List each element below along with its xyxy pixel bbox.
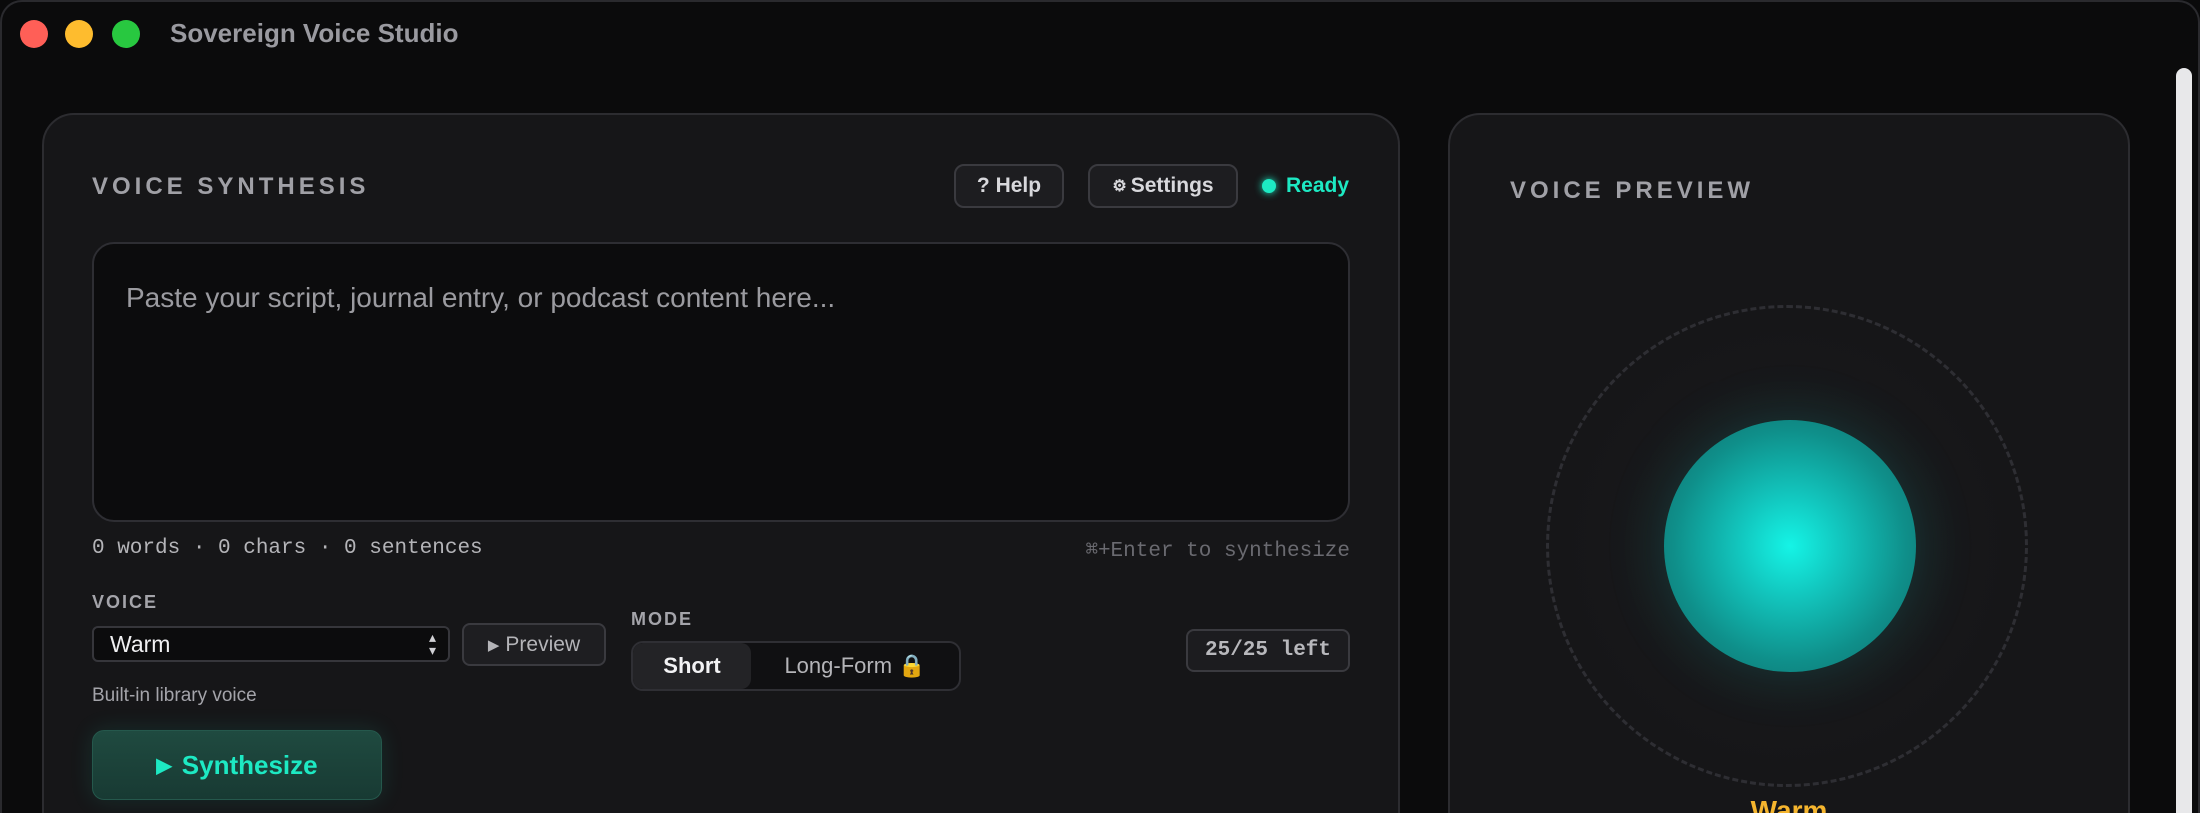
- synthesize-button[interactable]: ▶ Synthesize: [92, 730, 382, 800]
- settings-button[interactable]: ⚙ Settings: [1088, 164, 1238, 208]
- help-button[interactable]: ? Help: [954, 164, 1064, 208]
- app-window: Sovereign Voice Studio VOICE SYNTHESIS ?…: [0, 0, 2200, 813]
- settings-button-label: Settings: [1130, 174, 1214, 197]
- window-title: Sovereign Voice Studio: [170, 18, 459, 48]
- script-input[interactable]: Paste your script, journal entry, or pod…: [92, 242, 1350, 522]
- play-icon: ▶: [487, 636, 500, 654]
- window-scrollbar[interactable]: [2176, 68, 2192, 813]
- preview-voice-name: Warm: [1750, 795, 1828, 813]
- voice-select[interactable]: Warm ▴ ▾: [92, 626, 450, 662]
- zoom-window-button[interactable]: [112, 20, 140, 48]
- status-text: Ready: [1286, 174, 1350, 197]
- mode-toggle: Short Long-Form 🔒: [631, 641, 961, 691]
- minimize-window-button[interactable]: [65, 20, 93, 48]
- chevron-updown-icon: ▴ ▾: [428, 629, 436, 658]
- mode-label: MODE: [631, 609, 693, 629]
- voice-hint: Built-in library voice: [92, 685, 257, 706]
- preview-voice-button[interactable]: ▶ Preview: [462, 623, 606, 666]
- text-counts: 0 words · 0 chars · 0 sentences: [92, 537, 483, 560]
- voice-select-value: Warm: [110, 630, 171, 657]
- voice-preview-panel: VOICE PREVIEW Warm: [1448, 113, 2130, 813]
- script-placeholder: Paste your script, journal entry, or pod…: [126, 282, 836, 313]
- status-dot: [1262, 179, 1276, 193]
- gear-icon: ⚙: [1112, 178, 1127, 195]
- mode-long-form-option[interactable]: Long-Form 🔒: [751, 643, 959, 689]
- status-indicator: Ready: [1262, 174, 1349, 198]
- voice-orb: [1664, 420, 1916, 672]
- play-icon: ▶: [156, 754, 172, 777]
- titlebar: Sovereign Voice Studio: [2, 2, 2198, 66]
- voice-synthesis-panel: VOICE SYNTHESIS ? Help ⚙ Settings Ready …: [42, 113, 1400, 813]
- synthesize-button-label: Synthesize: [181, 749, 318, 780]
- close-window-button[interactable]: [20, 20, 48, 48]
- preview-button-label: Preview: [505, 632, 581, 656]
- quota-badge: 25/25 left: [1186, 629, 1350, 672]
- shortcut-hint: ⌘+Enter to synthesize: [1085, 540, 1350, 563]
- preview-section-title: VOICE PREVIEW: [1510, 177, 1755, 204]
- mode-short-option[interactable]: Short: [633, 643, 751, 689]
- voice-label: VOICE: [92, 592, 159, 612]
- synthesis-section-title: VOICE SYNTHESIS: [92, 173, 370, 200]
